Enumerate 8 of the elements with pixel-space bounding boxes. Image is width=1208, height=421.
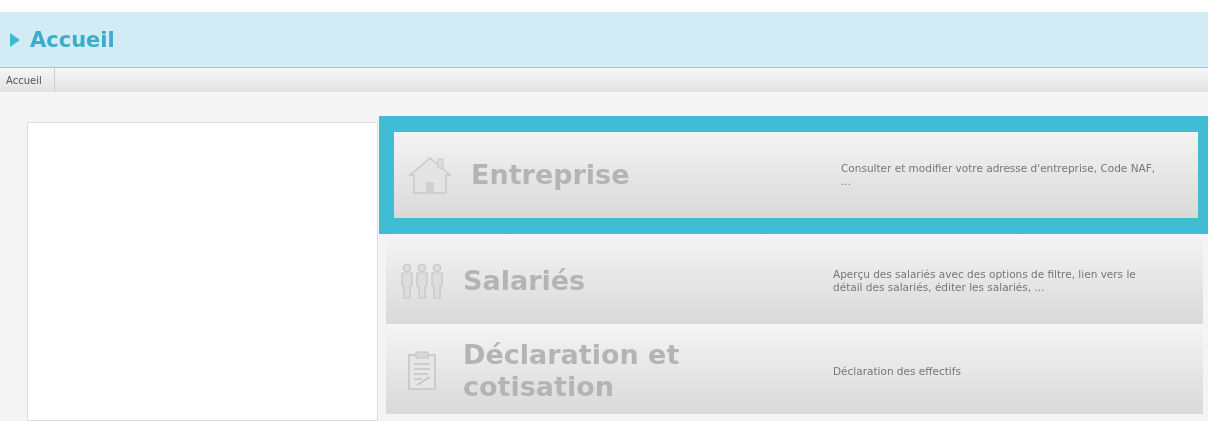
clipboard-icon: [407, 351, 437, 391]
page-title: Accueil: [30, 27, 115, 52]
house-icon: [408, 155, 452, 195]
people-icon: [400, 263, 444, 299]
tile-description: Déclaration des effectifs: [833, 364, 961, 378]
tile-description: Aperçu des salariés avec des options de filtre, lien vers le détail des salariés, éditer les salariés, ...: [833, 268, 1136, 294]
tile-description: Consulter et modifier votre adresse d'entreprise, Code NAF, ...: [841, 162, 1156, 188]
arrow-icon: [10, 32, 20, 47]
